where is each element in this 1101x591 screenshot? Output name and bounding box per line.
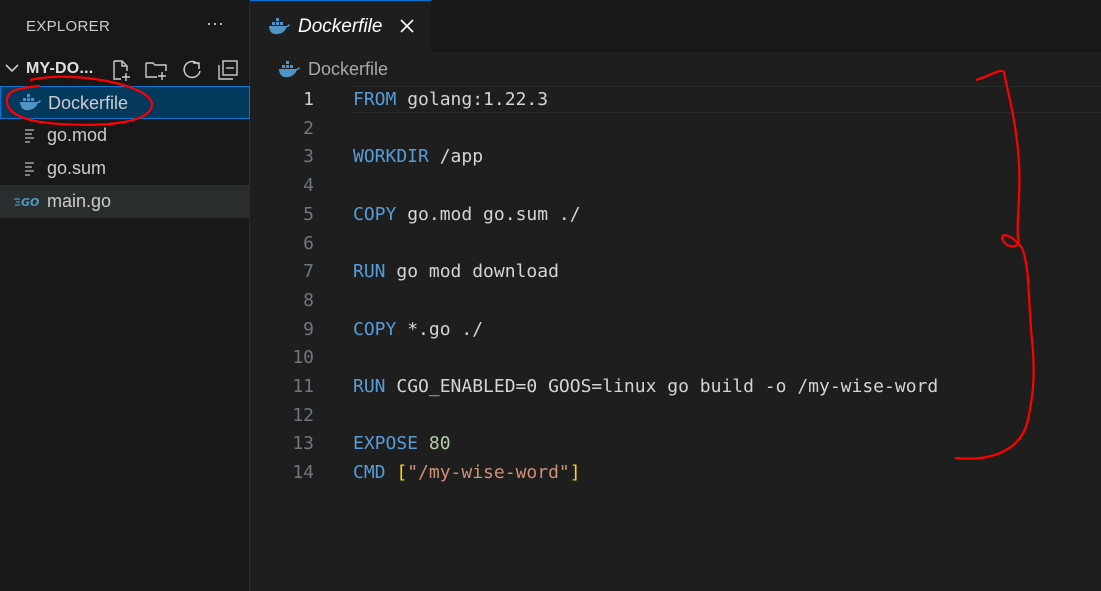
line-number: 3 — [303, 146, 314, 168]
explorer-header: EXPLORER ··· — [0, 0, 250, 52]
lines-file-icon — [25, 162, 34, 176]
code-text: FROM golang:1.22.3 — [353, 85, 548, 114]
editor-tab-bar: Dockerfile — [250, 0, 1101, 52]
code-line[interactable]: 14 CMD ["/my-wise-word"] — [250, 458, 1101, 487]
code-token: *.go ./ — [396, 318, 484, 340]
code-line[interactable]: 12 — [250, 401, 1101, 430]
code-text: COPY go.mod go.sum ./ — [353, 200, 581, 229]
docker-icon — [279, 61, 300, 78]
chevron-down-icon[interactable] — [3, 59, 21, 77]
line-number: 11 — [292, 376, 314, 397]
line-number: 14 — [292, 462, 314, 484]
code-text: EXPOSE 80 — [353, 429, 451, 458]
file-label: go.sum — [47, 158, 107, 178]
code-token: [ — [396, 462, 408, 484]
line-number: 9 — [303, 318, 314, 340]
line-number: 10 — [292, 347, 314, 369]
new-folder-icon[interactable] — [144, 58, 168, 82]
code-token: 80 — [428, 433, 451, 455]
code-line[interactable]: 9 COPY *.go ./ — [250, 315, 1101, 344]
line-number: 4 — [303, 175, 314, 197]
folder-name: MY-DO... — [26, 60, 94, 77]
lines-file-icon — [25, 129, 34, 143]
explorer-sidebar: EXPLORER ··· MY-DO... Dockerfile go.mod … — [0, 0, 250, 591]
code-token: go.mod go.sum ./ — [396, 203, 581, 225]
line-number: 7 — [303, 261, 314, 283]
file-item-go-sum[interactable]: go.sum — [0, 152, 250, 185]
code-line[interactable]: 3 WORKDIR /app — [250, 142, 1101, 171]
code-token: WORKDIR — [353, 146, 429, 168]
code-line[interactable]: 11 RUN CGO_ENABLED=0 GOOS=linux go build … — [250, 372, 1101, 401]
code-token: RUN — [353, 376, 386, 397]
folder-header[interactable]: MY-DO... — [0, 52, 250, 86]
more-actions-icon[interactable]: ··· — [203, 12, 227, 36]
code-token: CMD — [353, 462, 386, 484]
code-line[interactable]: 10 — [250, 343, 1101, 372]
code-token: CGO_ENABLED=0 GOOS=linux go build -o /my… — [385, 376, 939, 397]
collapse-all-icon[interactable] — [216, 58, 240, 82]
line-number: 13 — [292, 433, 314, 455]
line-number: 5 — [303, 203, 314, 225]
file-item-dockerfile[interactable]: Dockerfile — [0, 86, 250, 119]
code-token: EXPOSE — [353, 433, 419, 455]
tab-label: Dockerfile — [298, 16, 383, 37]
file-item-go-mod[interactable]: go.mod — [0, 119, 250, 152]
tab-dockerfile[interactable]: Dockerfile — [250, 0, 431, 52]
breadcrumb-item[interactable]: Dockerfile — [308, 59, 388, 80]
explorer-title: EXPLORER — [26, 18, 111, 35]
close-icon[interactable] — [398, 17, 416, 35]
code-token: RUN — [353, 261, 386, 283]
breadcrumb: Dockerfile — [250, 52, 1101, 86]
code-line[interactable]: 4 — [250, 171, 1101, 200]
code-token: "/my-wise-word" — [407, 462, 570, 484]
code-line[interactable]: 7 RUN go mod download — [250, 257, 1101, 286]
docker-icon — [269, 18, 290, 35]
code-line[interactable]: 5 COPY go.mod go.sum ./ — [250, 200, 1101, 229]
go-file-icon: GO — [14, 196, 39, 209]
code-text: RUN go mod download — [353, 257, 559, 286]
code-token: ] — [569, 462, 581, 484]
refresh-icon[interactable] — [180, 58, 204, 82]
new-file-icon[interactable] — [109, 58, 133, 82]
line-number: 8 — [303, 289, 314, 311]
code-text: WORKDIR /app — [353, 142, 483, 171]
code-token: go mod download — [385, 261, 559, 283]
code-line[interactable]: 2 — [250, 114, 1101, 143]
code-editor[interactable]: 1 FROM golang:1.22.3 2 3 WORKDIR /app 4 5 COPY … — [250, 86, 1101, 591]
code-line[interactable]: 8 — [250, 286, 1101, 315]
docker-icon — [20, 94, 41, 111]
code-text: CMD ["/my-wise-word"] — [353, 458, 581, 487]
line-number: 6 — [303, 232, 314, 254]
code-token: COPY — [353, 318, 397, 340]
line-number: 1 — [303, 89, 314, 110]
code-token: /app — [428, 146, 484, 168]
file-label: Dockerfile — [48, 93, 129, 113]
code-text: COPY *.go ./ — [353, 315, 483, 344]
svg-text:GO: GO — [21, 196, 39, 209]
code-line[interactable]: 6 — [250, 229, 1101, 258]
file-label: go.mod — [47, 125, 108, 145]
file-label: main.go — [47, 191, 112, 211]
line-number: 2 — [303, 117, 314, 139]
file-item-main-go[interactable]: GO main.go — [0, 185, 250, 218]
code-text: RUN CGO_ENABLED=0 GOOS=linux go build -o… — [353, 372, 938, 401]
code-line[interactable]: 1 FROM golang:1.22.3 — [250, 85, 1101, 114]
code-token: FROM — [353, 89, 397, 110]
code-line[interactable]: 13 EXPOSE 80 — [250, 429, 1101, 458]
line-number: 12 — [292, 404, 314, 426]
code-token: COPY — [353, 203, 397, 225]
code-token: golang:1.22.3 — [396, 89, 549, 110]
